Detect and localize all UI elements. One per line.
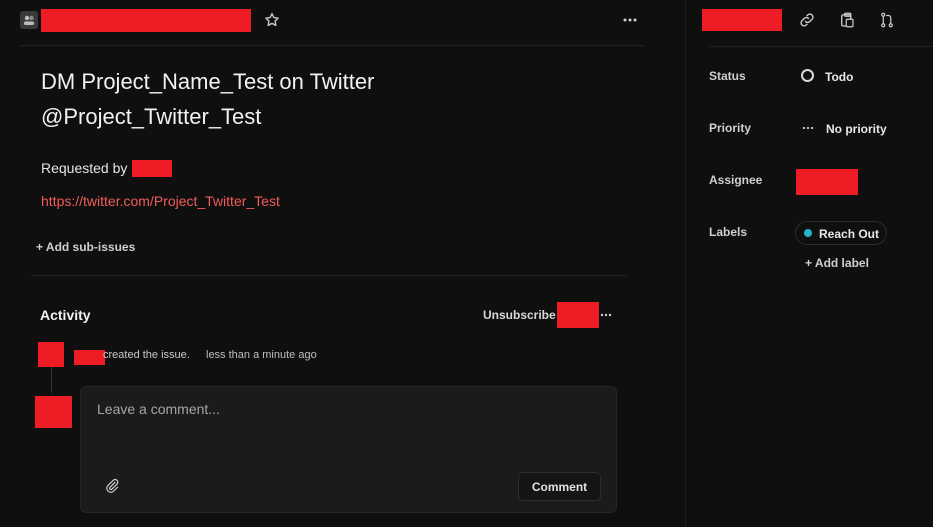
no-priority-icon[interactable] — [802, 121, 814, 133]
add-sub-issues-button[interactable]: + Add sub-issues — [36, 240, 135, 254]
paperclip-icon[interactable] — [104, 478, 120, 494]
activity-event-text: created the issue. — [103, 349, 190, 361]
requested-by-text: Requested by — [41, 160, 128, 176]
sidebar-top-divider — [709, 46, 933, 47]
label-chip-text: Reach Out — [819, 227, 880, 241]
issue-title[interactable]: DM Project_Name_Test on Twitter @Project… — [41, 64, 461, 134]
unsubscribe-button[interactable]: Unsubscribe — [483, 308, 556, 322]
label-color-dot — [804, 229, 812, 237]
clipboard-copy-icon[interactable] — [838, 11, 856, 29]
comment-submit-button[interactable]: Comment — [518, 472, 601, 501]
more-options-icon[interactable] — [620, 10, 640, 30]
twitter-link[interactable]: https://twitter.com/Project_Twitter_Test — [41, 193, 280, 209]
link-icon[interactable] — [798, 11, 816, 29]
star-icon[interactable] — [263, 11, 281, 29]
comment-input[interactable] — [97, 401, 537, 417]
redacted-requester — [132, 160, 172, 177]
comment-box: Comment — [80, 386, 617, 513]
git-branch-icon[interactable] — [878, 11, 896, 29]
priority-value[interactable]: No priority — [826, 122, 887, 136]
labels-label: Labels — [709, 225, 748, 239]
top-divider — [20, 45, 644, 46]
sidebar-divider — [685, 0, 686, 527]
label-chip-reach-out[interactable]: Reach Out — [795, 221, 887, 245]
redacted-issue-key — [702, 9, 782, 31]
redacted-assignee[interactable] — [796, 169, 858, 195]
redacted-user-avatar — [35, 396, 72, 428]
assignee-label: Assignee — [709, 173, 763, 187]
redacted-creator-name — [74, 350, 105, 365]
content-divider — [31, 275, 627, 276]
activity-more-icon[interactable] — [597, 306, 615, 324]
activity-timestamp: less than a minute ago — [206, 349, 317, 361]
priority-label: Priority — [709, 121, 752, 135]
status-label: Status — [709, 69, 746, 83]
status-value[interactable]: Todo — [825, 70, 853, 84]
team-avatar-icon[interactable] — [20, 11, 38, 29]
redacted-subscriber-avatar[interactable] — [557, 302, 599, 328]
todo-status-icon[interactable] — [801, 69, 814, 82]
add-label-button[interactable]: + Add label — [805, 256, 869, 270]
timeline-connector — [51, 367, 52, 393]
activity-heading: Activity — [40, 307, 91, 323]
redacted-creator-avatar — [38, 342, 64, 367]
redacted-issue-id — [41, 9, 251, 32]
